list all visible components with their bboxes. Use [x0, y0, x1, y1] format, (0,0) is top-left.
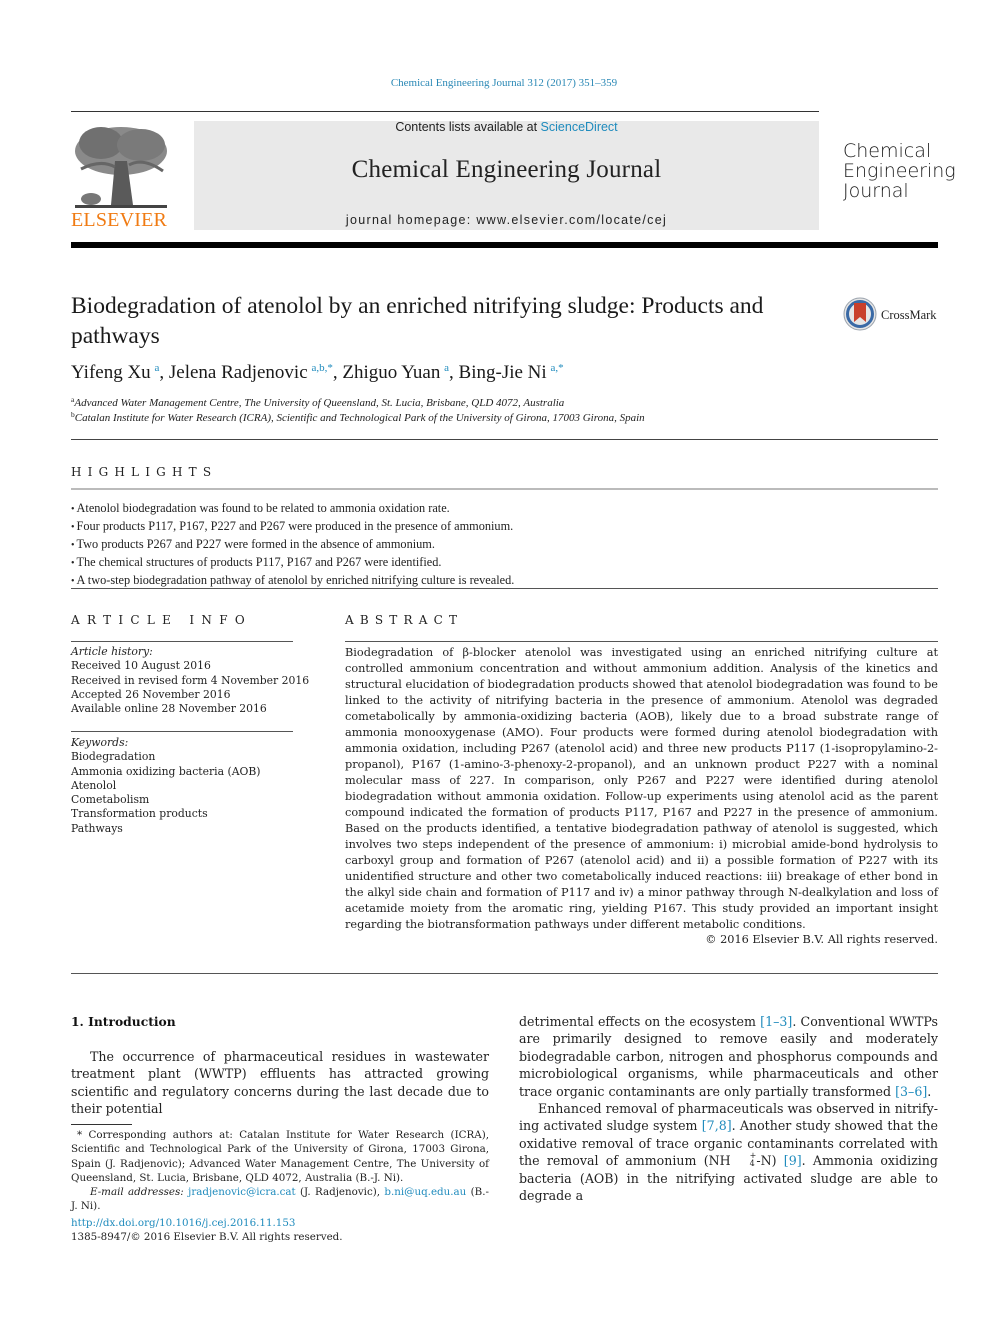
header-thick-rule	[71, 242, 938, 248]
text-run: -N)	[756, 1153, 784, 1169]
author-affil-sup[interactable]: a,b,*	[311, 362, 332, 374]
email-link[interactable]: b.ni@uq.edu.au	[384, 1186, 466, 1198]
history-item: Accepted 26 November 2016	[71, 687, 231, 701]
highlight-item: Atenolol biodegradation was found to be …	[71, 500, 514, 518]
issn-copyright: 1385-8947/© 2016 Elsevier B.V. All right…	[71, 1231, 343, 1243]
header-rule	[71, 111, 819, 112]
affiliation: bCatalan Institute for Water Research (I…	[71, 410, 645, 424]
author-affil-sup[interactable]: a,*	[551, 362, 564, 374]
affiliation: aAdvanced Water Management Centre, The U…	[71, 395, 564, 409]
text-run: .	[927, 1083, 932, 1099]
article-history-label: Article history:	[71, 645, 153, 658]
text-run: detrimental effects on the ecosystem	[519, 1014, 761, 1029]
affiliation-text: Catalan Institute for Water Research (IC…	[74, 412, 645, 424]
journal-logo-line: Journal	[843, 180, 909, 202]
author-affil-sup[interactable]: a	[155, 362, 160, 374]
reference-link[interactable]: [9]	[784, 1153, 802, 1168]
email-owner: (J. Radjenovic),	[295, 1186, 385, 1199]
highlights-list: Atenolol biodegradation was found to be …	[71, 500, 515, 590]
journal-logo: Chemical Engineering Journal	[843, 141, 956, 201]
contents-line: Contents lists available at ScienceDirec…	[194, 120, 819, 134]
reference-link[interactable]: [3–6]	[895, 1084, 927, 1099]
highlights-rule	[71, 488, 938, 490]
keyword-item: Atenolol	[71, 778, 117, 792]
author-name[interactable]: Yifeng Xu	[71, 362, 151, 383]
highlight-item: The chemical structures of products P117…	[71, 554, 514, 572]
contents-prefix: Contents lists available at	[395, 120, 541, 134]
article-info-heading: ARTICLE INFO	[71, 613, 252, 627]
sciencedirect-link[interactable]: ScienceDirect	[541, 120, 618, 134]
author-list: Yifeng Xu a, Jelena Radjenovic a,b,*, Zh…	[71, 362, 564, 383]
divider	[71, 439, 938, 440]
subscript: 4	[749, 1159, 755, 1169]
body-column-left: The occurrence of pharmaceutical residue…	[71, 1048, 489, 1118]
chem-subsup: +4	[731, 1152, 757, 1168]
journal-title: Chemical Engineering Journal	[351, 156, 662, 183]
highlights-heading: HIGHLIGHTS	[71, 465, 218, 479]
keyword-item: Transformation products	[71, 807, 208, 821]
journal-homepage[interactable]: journal homepage: www.elsevier.com/locat…	[194, 213, 819, 227]
crossmark-icon[interactable]	[843, 297, 877, 331]
crossmark-label[interactable]: CrossMark	[881, 308, 937, 323]
article-info-rule	[71, 641, 293, 642]
footnote: * Corresponding authors at: Catalan Inst…	[71, 1128, 489, 1214]
highlight-item: Two products P267 and P227 were formed i…	[71, 536, 514, 554]
author-name[interactable]: Bing-Jie Ni	[459, 362, 547, 383]
abstract-heading: ABSTRACT	[345, 613, 464, 627]
journal-citation-link[interactable]: Chemical Engineering Journal 312 (2017) …	[0, 77, 992, 89]
keywords-label: Keywords:	[71, 736, 129, 749]
footnote-rule	[71, 1124, 132, 1125]
reference-link[interactable]: [1–3]	[760, 1014, 792, 1029]
keywords: Keywords: Biodegradation Ammonia oxidizi…	[71, 736, 261, 836]
keyword-item: Ammonia oxidizing bacteria (AOB)	[71, 764, 261, 778]
abstract-text: Biodegradation of β-blocker atenolol was…	[345, 646, 938, 931]
keyword-item: Biodegradation	[71, 750, 156, 764]
history-item: Available online 28 November 2016	[71, 702, 267, 716]
journal-logo-line: Chemical	[843, 140, 932, 162]
article-info-rule	[71, 731, 293, 732]
history-item: Received 10 August 2016	[71, 659, 211, 673]
doi-link[interactable]: http://dx.doi.org/10.1016/j.cej.2016.11.…	[71, 1217, 295, 1229]
highlight-item: Four products P117, P167, P227 and P267 …	[71, 518, 514, 536]
paper-title: Biodegradation of atenolol by an enriche…	[71, 293, 764, 349]
author-affil-sup[interactable]: a	[444, 362, 449, 374]
abstract-rule	[345, 641, 938, 642]
reference-link[interactable]: [7,8]	[702, 1118, 732, 1133]
keyword-item: Cometabolism	[71, 793, 150, 807]
history-item: Received in revised form 4 November 2016	[71, 673, 310, 687]
body-paragraph: detrimental effects on the ecosystem [1–…	[519, 1013, 938, 1100]
section-heading-introduction: 1. Introduction	[71, 1014, 176, 1029]
email-link[interactable]: jradjenovic@icra.cat	[188, 1186, 296, 1198]
article-history: Article history: Received 10 August 2016…	[71, 645, 309, 716]
divider	[71, 588, 938, 589]
corresponding-author-note: * Corresponding authors at: Catalan Inst…	[71, 1129, 489, 1184]
author-name[interactable]: Jelena Radjenovic	[169, 362, 308, 383]
body-paragraph: Enhanced removal of pharmaceuticals was …	[519, 1100, 938, 1204]
elsevier-wordmark[interactable]: ELSEVIER	[71, 209, 167, 232]
keyword-item: Pathways	[71, 821, 123, 835]
body-paragraph: The occurrence of pharmaceutical residue…	[71, 1049, 489, 1117]
email-line: E-mail addresses: jradjenovic@icra.cat (…	[71, 1185, 489, 1214]
affiliation-text: Advanced Water Management Centre, The Un…	[74, 397, 565, 409]
journal-logo-line: Engineering	[843, 160, 956, 182]
body-column-right: detrimental effects on the ecosystem [1–…	[519, 1013, 938, 1204]
email-label: E-mail addresses:	[90, 1186, 189, 1199]
elsevier-tree-logo-icon	[75, 127, 167, 208]
author-name[interactable]: Zhiguo Yuan	[342, 362, 440, 383]
divider	[71, 973, 938, 974]
abstract-copyright: © 2016 Elsevier B.V. All rights reserved…	[705, 933, 938, 946]
